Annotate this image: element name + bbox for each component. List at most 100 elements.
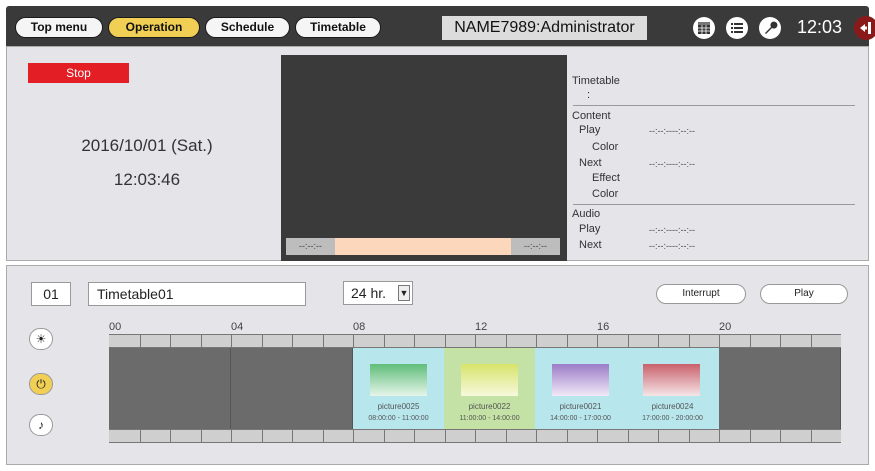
ruler-tick xyxy=(353,430,354,442)
timetable-number-field[interactable]: 01 xyxy=(31,282,71,306)
timeline-ruler-top xyxy=(109,334,841,348)
interrupt-button[interactable]: Interrupt xyxy=(656,284,746,304)
ruler-tick xyxy=(445,335,446,347)
thumbnail xyxy=(461,364,518,396)
ruler-tick xyxy=(719,430,720,442)
wrench-icon[interactable] xyxy=(759,17,781,39)
preview-screen: --:--:-- --:--:-- xyxy=(281,55,567,261)
power-icon: ⏻ xyxy=(36,377,46,391)
ruler-tick xyxy=(506,335,507,347)
ruler-tick xyxy=(506,430,507,442)
ruler-tick xyxy=(628,335,629,347)
ruler-tick xyxy=(323,335,324,347)
ruler-tick xyxy=(353,335,354,347)
top-bar: Top menu Operation Schedule Timetable NA… xyxy=(6,6,875,46)
audio-button[interactable]: ♪ xyxy=(29,414,53,436)
current-date: 2016/10/01 (Sat.) xyxy=(81,136,213,155)
mode-select-value: 24 hr. xyxy=(351,285,387,301)
item-time: 14:00:00 - 17:00:00 xyxy=(550,415,611,422)
timeline-item-selected[interactable]: picture0022 11:00:00 - 14:00:00 xyxy=(444,348,535,429)
nav-timetable-button[interactable]: Timetable xyxy=(295,17,381,38)
preview-end-time: --:--:-- xyxy=(511,238,560,255)
ruler-tick xyxy=(414,430,415,442)
ruler-tick xyxy=(536,430,537,442)
audio-label: Audio xyxy=(572,208,601,220)
ruler-tick xyxy=(292,335,293,347)
chevron-down-icon: ▼ xyxy=(398,285,410,301)
ruler-tick xyxy=(567,335,568,347)
ruler-tick xyxy=(170,335,171,347)
calendar-icon[interactable] xyxy=(693,17,715,39)
list-icon[interactable] xyxy=(726,17,748,39)
ruler-tick xyxy=(750,430,751,442)
hour-label: 20 xyxy=(719,321,732,333)
item-time: 11:00:00 - 14:00:00 xyxy=(459,415,520,422)
ruler-tick xyxy=(384,430,385,442)
divider xyxy=(573,204,855,205)
timetable-panel: 01 Timetable01 24 hr. ▼ Interrupt Play ☀… xyxy=(6,265,869,465)
content-play-value: --:--:----:--:-- xyxy=(649,126,695,136)
ruler-tick xyxy=(597,430,598,442)
content-label: Content xyxy=(572,110,611,122)
ruler-tick xyxy=(750,335,751,347)
ruler-tick xyxy=(567,430,568,442)
audio-play-label: Play xyxy=(579,223,601,235)
content-next-color-label: Color xyxy=(592,188,619,200)
timetable-label: Timetable xyxy=(572,75,620,87)
ruler-tick xyxy=(384,335,385,347)
ruler-tick xyxy=(811,430,812,442)
play-button[interactable]: Play xyxy=(760,284,848,304)
item-name: picture0025 xyxy=(377,402,420,411)
ruler-tick xyxy=(201,430,202,442)
timeline-item[interactable]: picture0025 08:00:00 - 11:00:00 xyxy=(353,348,444,429)
stop-button[interactable]: Stop xyxy=(28,63,129,83)
timetable-name-field[interactable]: Timetable01 xyxy=(88,282,306,306)
nav-top-menu-button[interactable]: Top menu xyxy=(15,17,103,38)
exit-icon[interactable] xyxy=(854,16,875,40)
ruler-tick xyxy=(323,430,324,442)
content-effect-label: Effect xyxy=(592,172,620,184)
ruler-tick xyxy=(689,430,690,442)
power-button[interactable]: ⏻ xyxy=(29,373,53,395)
ruler-tick xyxy=(201,335,202,347)
ruler-tick xyxy=(292,430,293,442)
brightness-button[interactable]: ☀ xyxy=(29,328,53,350)
content-color-label: Color xyxy=(592,141,619,153)
window-title: NAME7989:Administrator xyxy=(442,16,647,40)
content-play-label: Play xyxy=(579,124,601,136)
ruler-tick xyxy=(658,430,659,442)
thumbnail xyxy=(552,364,609,396)
timeline-empty-block[interactable] xyxy=(231,348,353,429)
audio-next-value: --:--:----:--:-- xyxy=(649,241,695,251)
hour-label: 08 xyxy=(353,321,366,333)
ruler-tick xyxy=(780,430,781,442)
status-panel: Stop 2016/10/01 (Sat.) 12:03:46 --:--:--… xyxy=(6,46,869,261)
thumbnail xyxy=(643,364,700,396)
nav-schedule-button[interactable]: Schedule xyxy=(205,17,290,38)
timeline-empty-block[interactable] xyxy=(109,348,231,429)
item-name: picture0021 xyxy=(559,402,602,411)
mode-select[interactable]: 24 hr. ▼ xyxy=(343,281,413,305)
ruler-tick xyxy=(719,335,720,347)
ruler-tick xyxy=(414,335,415,347)
ruler-tick xyxy=(475,430,476,442)
preview-progress-bar xyxy=(335,238,511,255)
ruler-tick xyxy=(231,430,232,442)
audio-next-label: Next xyxy=(579,239,602,251)
nav-operation-button[interactable]: Operation xyxy=(108,17,200,38)
hour-label: 04 xyxy=(231,321,244,333)
item-time: 08:00:00 - 11:00:00 xyxy=(368,415,429,422)
hour-label: 12 xyxy=(475,321,488,333)
timeline-ruler-bottom xyxy=(109,429,841,443)
current-time: 12:03:46 xyxy=(113,170,181,189)
header-clock: 12:03 xyxy=(797,17,843,37)
ruler-tick xyxy=(140,335,141,347)
timeline-item[interactable]: picture0024 17:00:00 - 20:00:00 xyxy=(626,348,719,429)
music-note-icon: ♪ xyxy=(38,418,44,432)
ruler-tick xyxy=(628,430,629,442)
timeline-empty-block[interactable] xyxy=(719,348,841,429)
timeline-item[interactable]: picture0021 14:00:00 - 17:00:00 xyxy=(535,348,626,429)
content-next-value: --:--:----:--:-- xyxy=(649,159,695,169)
sun-icon: ☀ xyxy=(35,332,47,346)
divider xyxy=(573,105,855,106)
